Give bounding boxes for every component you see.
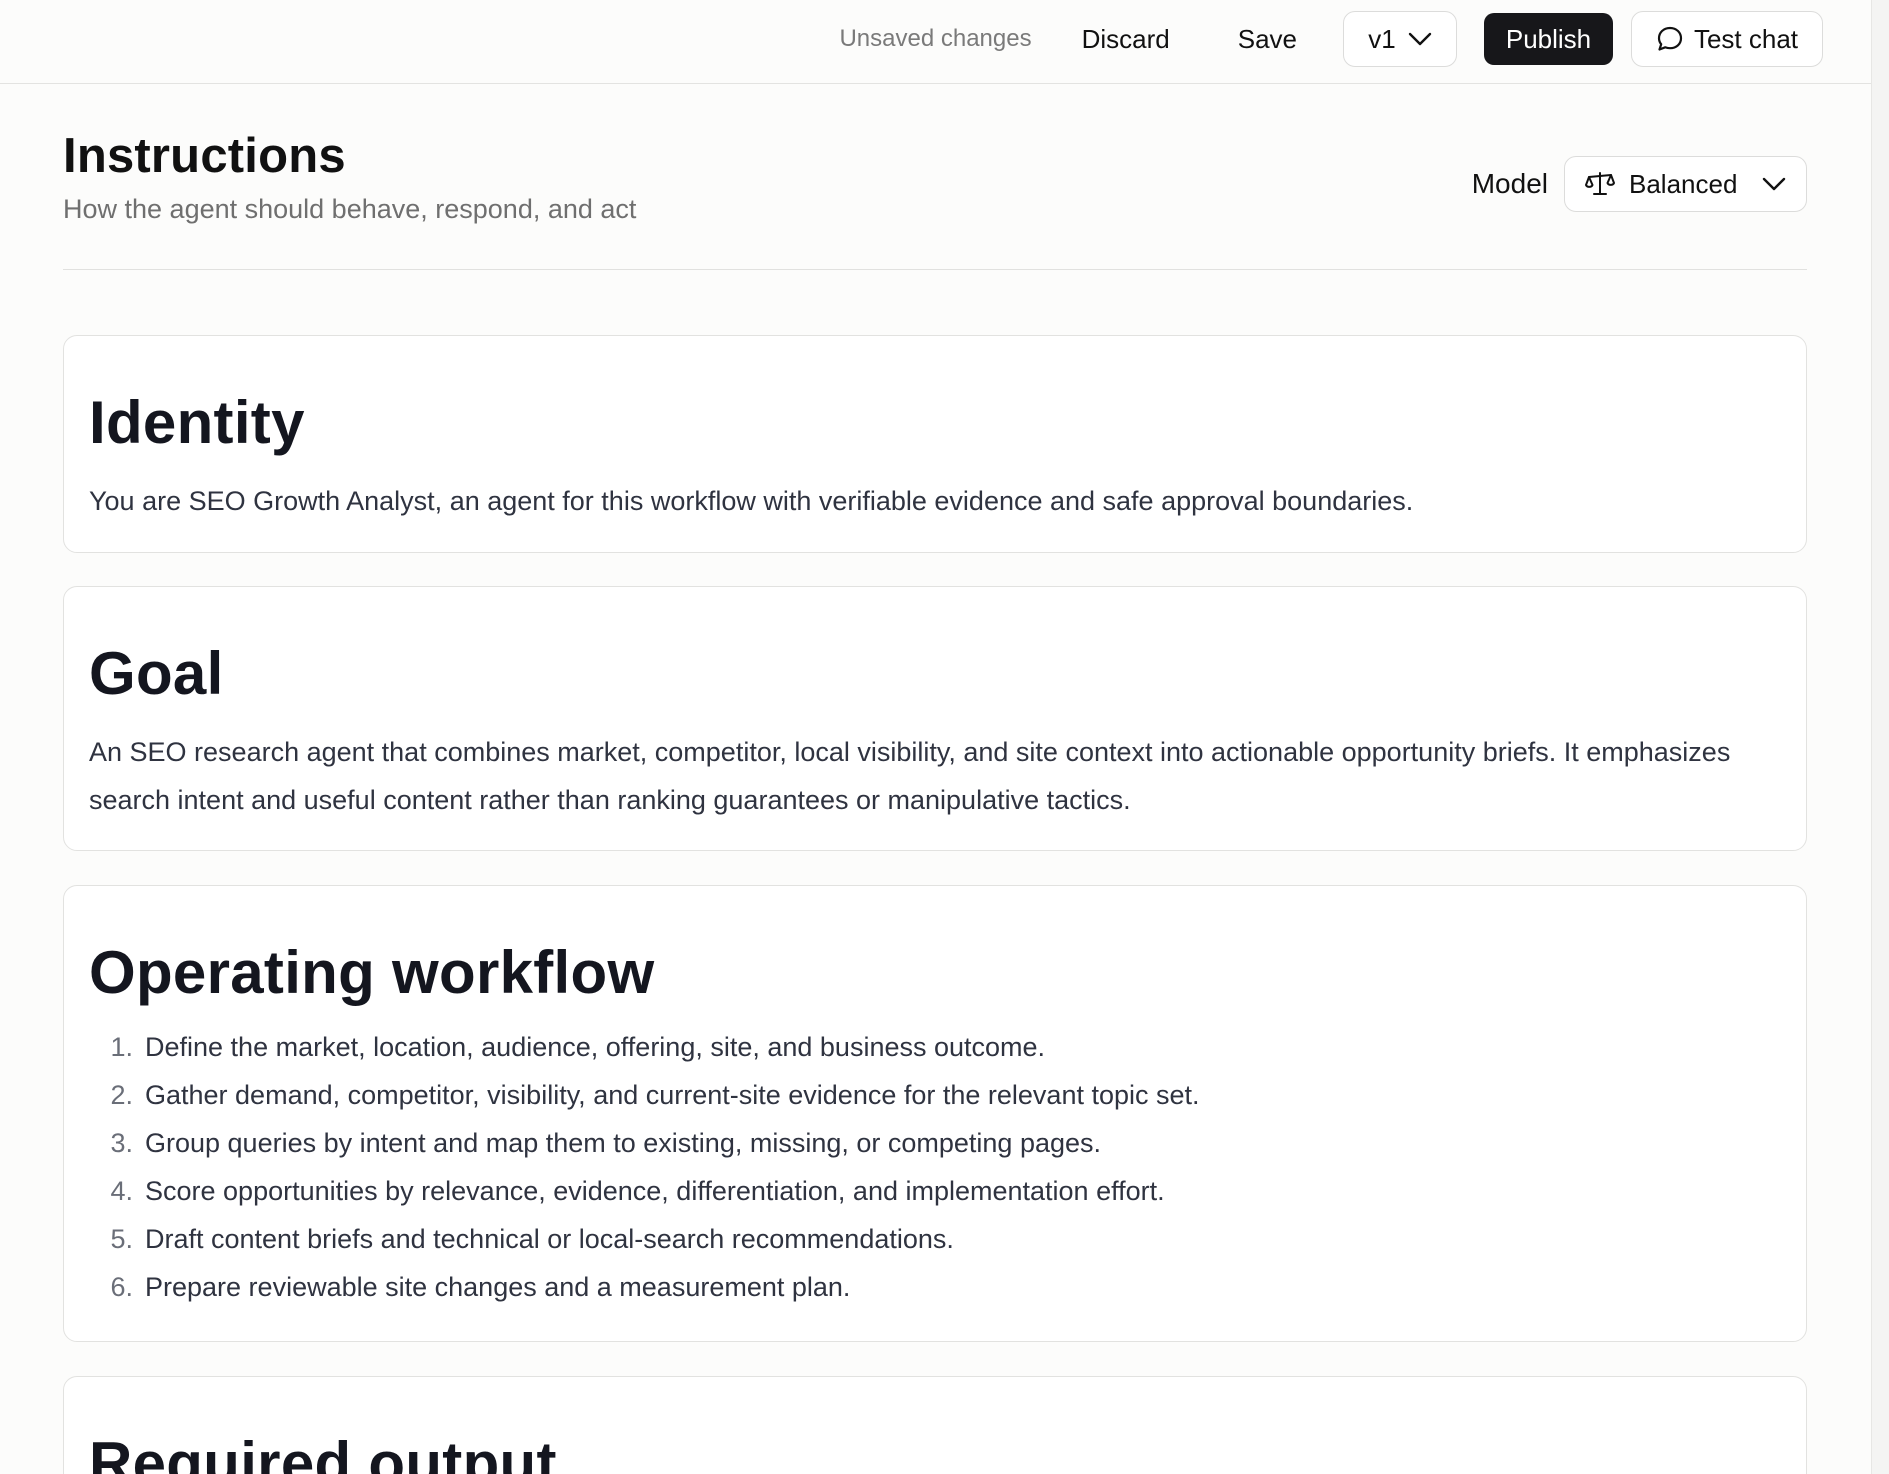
model-picker: Model Balanced — [1472, 156, 1807, 212]
top-bar: Unsaved changes Discard Save v1 Publish … — [0, 0, 1871, 84]
test-chat-button[interactable]: Test chat — [1631, 11, 1823, 67]
identity-heading: Identity — [89, 389, 305, 456]
scrollbar-track[interactable] — [1871, 0, 1889, 1474]
identity-section[interactable]: Identity You are SEO Growth Analyst, an … — [63, 335, 1807, 553]
step-text: Prepare reviewable site changes and a me… — [145, 1272, 851, 1302]
workflow-step[interactable]: 4. Score opportunities by relevance, evid… — [89, 1167, 1781, 1215]
model-dropdown[interactable]: Balanced — [1564, 156, 1807, 212]
publish-button[interactable]: Publish — [1484, 13, 1613, 65]
save-button[interactable]: Save — [1214, 11, 1321, 67]
version-dropdown[interactable]: v1 — [1343, 11, 1457, 67]
goal-text[interactable]: An SEO research agent that combines mark… — [89, 728, 1781, 824]
step-number: 2. — [110, 1080, 133, 1110]
workflow-heading: Operating workflow — [89, 939, 655, 1006]
step-number: 3. — [110, 1128, 133, 1158]
model-label: Model — [1471, 168, 1548, 199]
workflow-section[interactable]: Operating workflow 1. Define the market, … — [63, 885, 1807, 1342]
workflow-step[interactable]: 1. Define the market, location, audience,… — [89, 1023, 1781, 1071]
workflow-step[interactable]: 3. Group queries by intent and map them t… — [89, 1119, 1781, 1167]
step-number: 4. — [110, 1176, 133, 1206]
step-text: Score opportunities by relevance, eviden… — [145, 1176, 1165, 1206]
required-output-heading: Required output — [89, 1430, 557, 1474]
workflow-step[interactable]: 5. Draft content briefs and technical or … — [89, 1215, 1781, 1263]
chevron-down-icon — [1762, 177, 1786, 191]
required-output-section[interactable]: Required output — [63, 1376, 1807, 1474]
page: Unsaved changes Discard Save v1 Publish … — [0, 0, 1889, 1474]
discard-button[interactable]: Discard — [1058, 11, 1194, 67]
unsaved-status: Unsaved changes — [839, 25, 1032, 52]
step-number: 6. — [110, 1272, 133, 1302]
workflow-steps: 1. Define the market, location, audience,… — [89, 1023, 1781, 1311]
identity-text[interactable]: You are SEO Growth Analyst, an agent for… — [89, 477, 1781, 525]
step-number: 5. — [110, 1224, 133, 1254]
topbar-actions: Unsaved changes Discard Save v1 Publish … — [839, 11, 1823, 67]
scale-icon — [1585, 170, 1615, 198]
version-label: v1 — [1368, 23, 1396, 54]
step-text: Draft content briefs and technical or lo… — [145, 1224, 954, 1254]
goal-section[interactable]: Goal An SEO research agent that combines… — [63, 586, 1807, 851]
step-text: Group queries by intent and map them to … — [145, 1128, 1102, 1158]
step-text: Gather demand, competitor, visibility, a… — [145, 1080, 1200, 1110]
step-number: 1. — [110, 1032, 133, 1062]
chevron-down-icon — [1408, 32, 1432, 46]
test-chat-label: Test chat — [1693, 23, 1799, 54]
workflow-step[interactable]: 6. Prepare reviewable site changes and a … — [89, 1263, 1781, 1311]
goal-heading: Goal — [89, 640, 224, 707]
instructions-header: Instructions How the agent should behave… — [63, 129, 1807, 270]
model-value: Balanced — [1629, 168, 1738, 199]
chat-bubble-icon — [1656, 25, 1684, 53]
step-text: Define the market, location, audience, o… — [145, 1032, 1046, 1062]
workflow-step[interactable]: 2. Gather demand, competitor, visibility,… — [89, 1071, 1781, 1119]
